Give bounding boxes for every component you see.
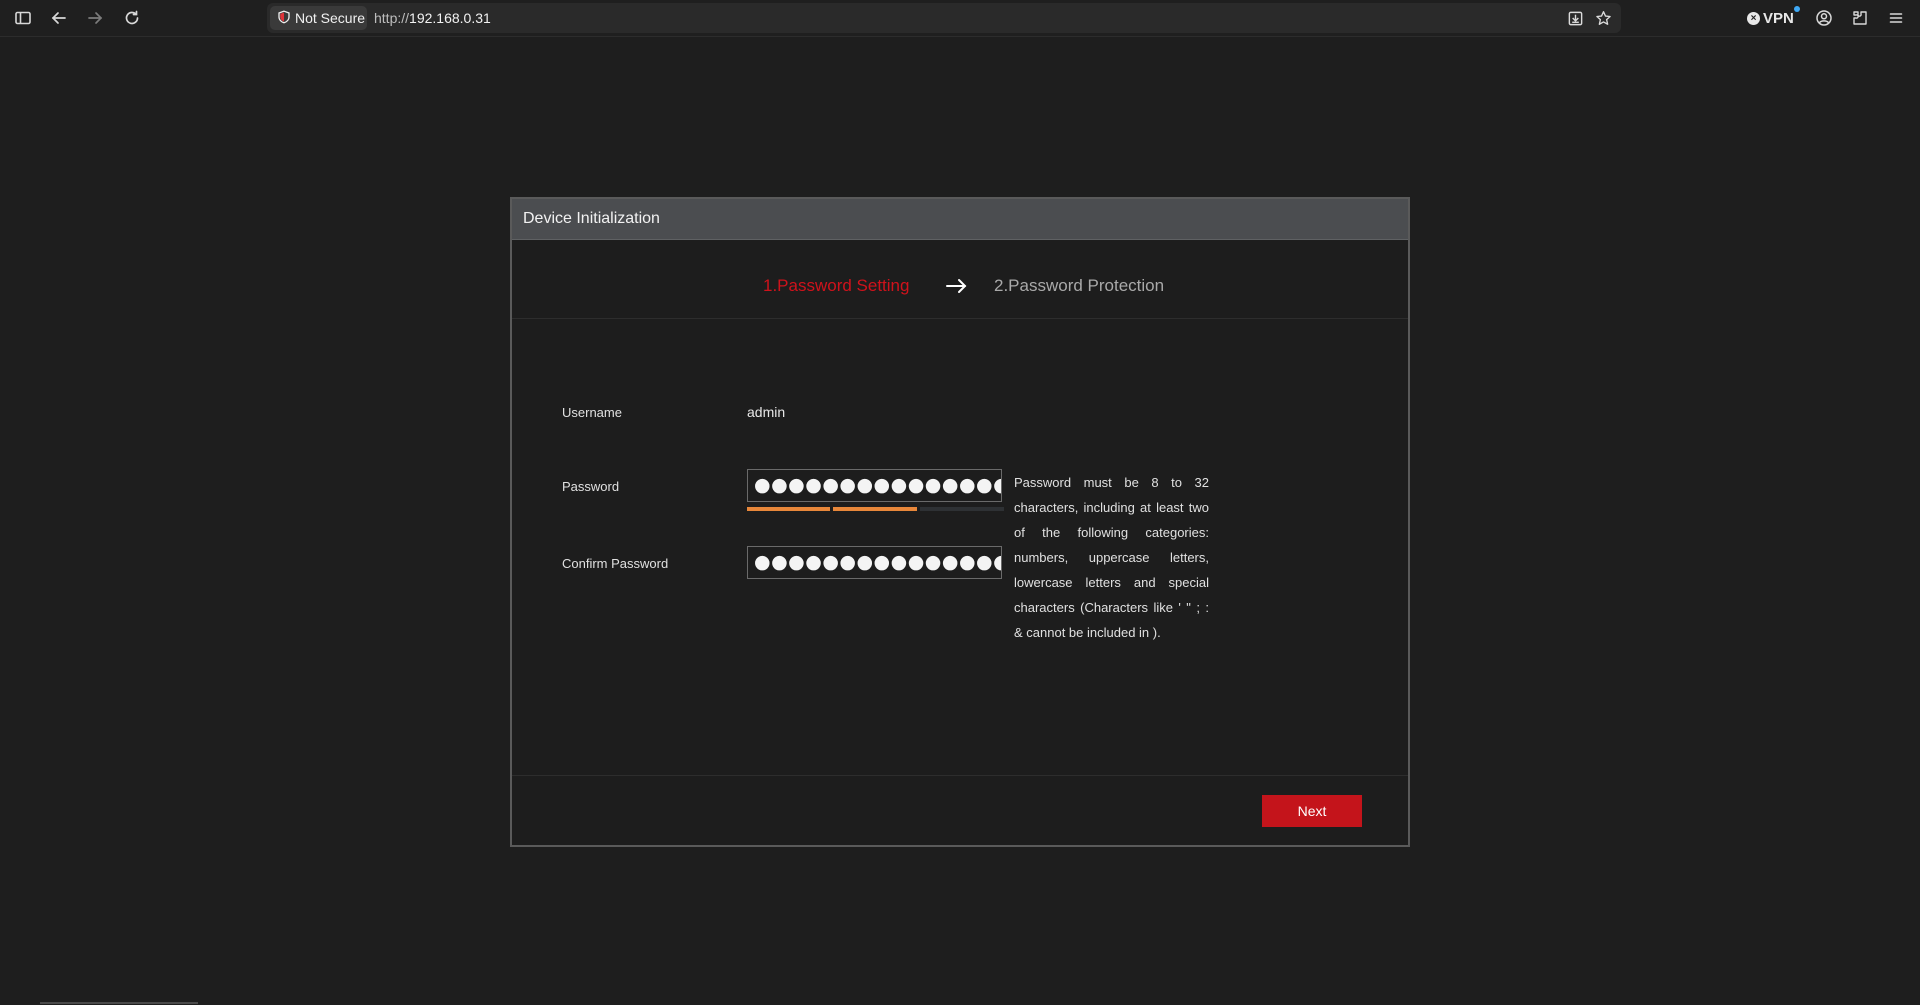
confirm-password-label: Confirm Password bbox=[562, 556, 669, 571]
password-requirements-hint: Password must be 8 to 32 characters, inc… bbox=[1014, 475, 1209, 640]
vpn-button[interactable]: × VPN bbox=[1747, 6, 1800, 27]
forward-icon[interactable] bbox=[83, 7, 107, 29]
sidebar-icon[interactable] bbox=[11, 7, 35, 29]
password-label: Password bbox=[562, 479, 620, 494]
username-label: Username bbox=[562, 405, 622, 420]
menu-icon[interactable] bbox=[1884, 7, 1908, 29]
dialog-title: Device Initialization bbox=[523, 210, 660, 227]
shield-icon bbox=[277, 10, 291, 27]
url-host: 192.168.0.31 bbox=[409, 10, 491, 26]
address-bar[interactable]: Not Secure http://192.168.0.31 bbox=[267, 3, 1621, 33]
strength-segment-2 bbox=[833, 507, 917, 511]
bookmark-star-icon[interactable] bbox=[1593, 8, 1613, 28]
device-initialization-dialog: Device Initialization 1.Password Setting… bbox=[510, 197, 1410, 847]
step-indicator: 1.Password Setting 2.Password Protection bbox=[512, 240, 1408, 319]
strength-segment-1 bbox=[747, 507, 830, 511]
next-button[interactable]: Next bbox=[1262, 795, 1362, 827]
security-chip[interactable]: Not Secure bbox=[270, 6, 367, 30]
browser-toolbar: Not Secure http://192.168.0.31 × VPN bbox=[0, 0, 1920, 37]
vpn-icon: × bbox=[1747, 11, 1760, 25]
reload-icon[interactable] bbox=[120, 7, 144, 29]
vpn-label: VPN bbox=[1763, 9, 1794, 27]
install-icon[interactable] bbox=[1565, 8, 1585, 28]
step-password-protection: 2.Password Protection bbox=[994, 276, 1165, 295]
step-password-setting: 1.Password Setting bbox=[763, 276, 910, 295]
password-input[interactable]: ●●●●●●●●●●●●●●●●●●● bbox=[747, 469, 1002, 502]
strength-segment-3 bbox=[920, 507, 1004, 511]
url-text[interactable]: http://192.168.0.31 bbox=[374, 10, 491, 26]
vpn-status-dot bbox=[1793, 6, 1800, 12]
profile-icon[interactable] bbox=[1812, 7, 1836, 29]
extensions-icon[interactable] bbox=[1848, 7, 1872, 29]
footer-divider bbox=[512, 775, 1408, 776]
url-scheme: http:// bbox=[374, 10, 410, 26]
confirm-password-input[interactable]: ●●●●●●●●●●●●●●●●●●● bbox=[747, 546, 1002, 579]
back-icon[interactable] bbox=[47, 7, 71, 29]
username-value: admin bbox=[747, 404, 786, 420]
dialog-header: Device Initialization bbox=[512, 199, 1408, 240]
horizontal-scrollbar[interactable] bbox=[40, 1002, 198, 1004]
arrow-right-icon bbox=[945, 276, 969, 296]
security-label: Not Secure bbox=[295, 10, 366, 26]
